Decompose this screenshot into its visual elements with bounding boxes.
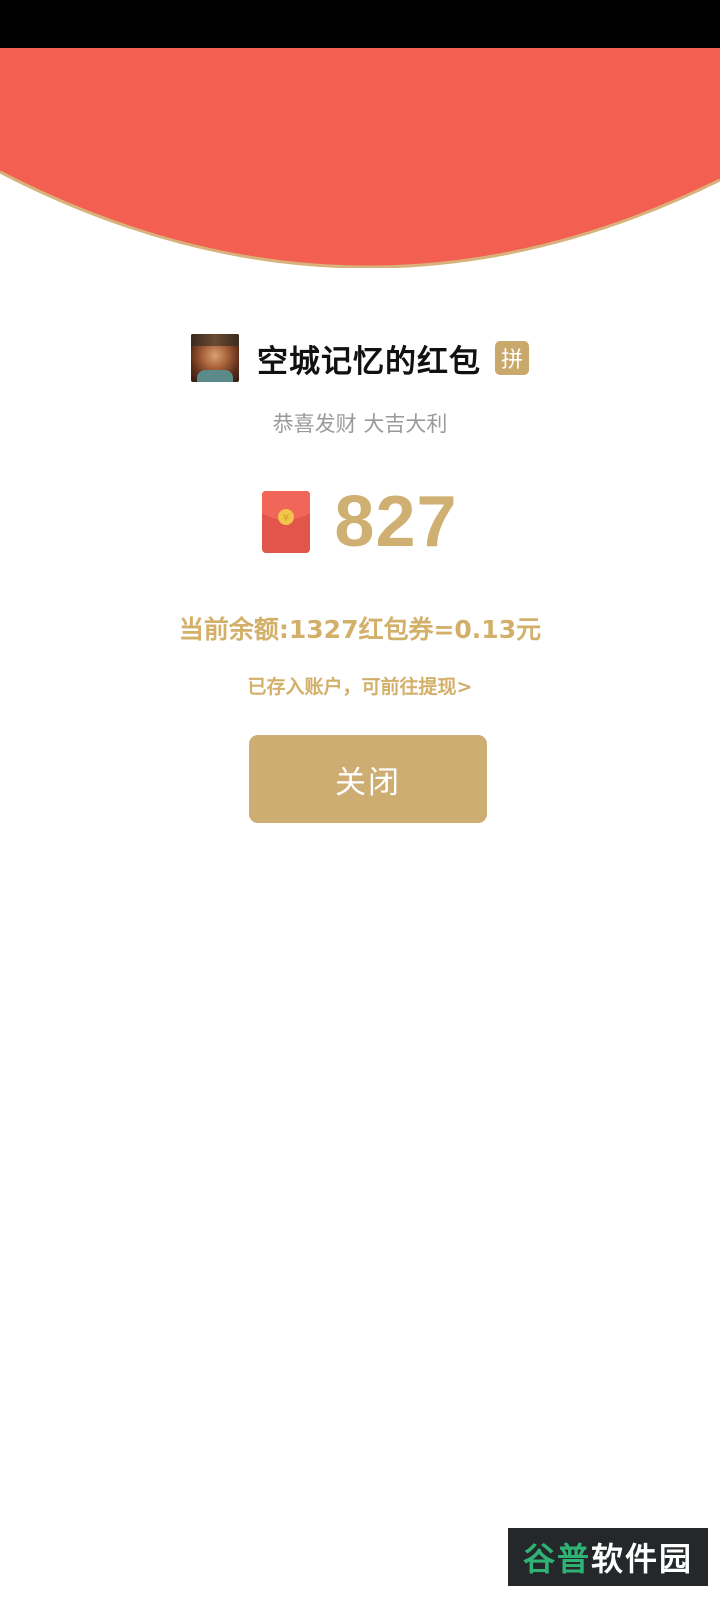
sender-name: 空城记忆的红包 (257, 343, 481, 380)
watermark-green-text: 谷普 (522, 1540, 591, 1578)
red-header-arc (0, 48, 720, 268)
close-button[interactable]: 关闭 (249, 735, 487, 823)
amount-row: ¥ 827 (0, 482, 720, 562)
red-arc-shape (0, 48, 720, 268)
withdraw-link[interactable]: 已存入账户，可前往提现> (0, 672, 720, 699)
watermark-logo: 谷普 软件园 (508, 1528, 708, 1586)
pin-badge: 拼 (495, 341, 529, 375)
sender-row: 空城记忆的红包 拼 (0, 333, 720, 383)
avatar-hat-detail (191, 334, 239, 346)
status-bar (0, 0, 720, 48)
avatar (191, 334, 239, 382)
reward-amount: 827 (334, 482, 458, 562)
svg-text:¥: ¥ (283, 513, 289, 524)
red-packet-result-page: 空城记忆的红包 拼 恭喜发财 大吉大利 ¥ 827 当前余额:1327红包券=0… (0, 0, 720, 1600)
red-envelope-icon: ¥ (262, 491, 311, 553)
balance-text: 当前余额:1327红包券=0.13元 (178, 615, 542, 644)
avatar-collar-detail (197, 370, 233, 382)
greeting-text: 恭喜发财 大吉大利 (272, 412, 448, 436)
watermark-white-text: 软件园 (591, 1540, 694, 1578)
